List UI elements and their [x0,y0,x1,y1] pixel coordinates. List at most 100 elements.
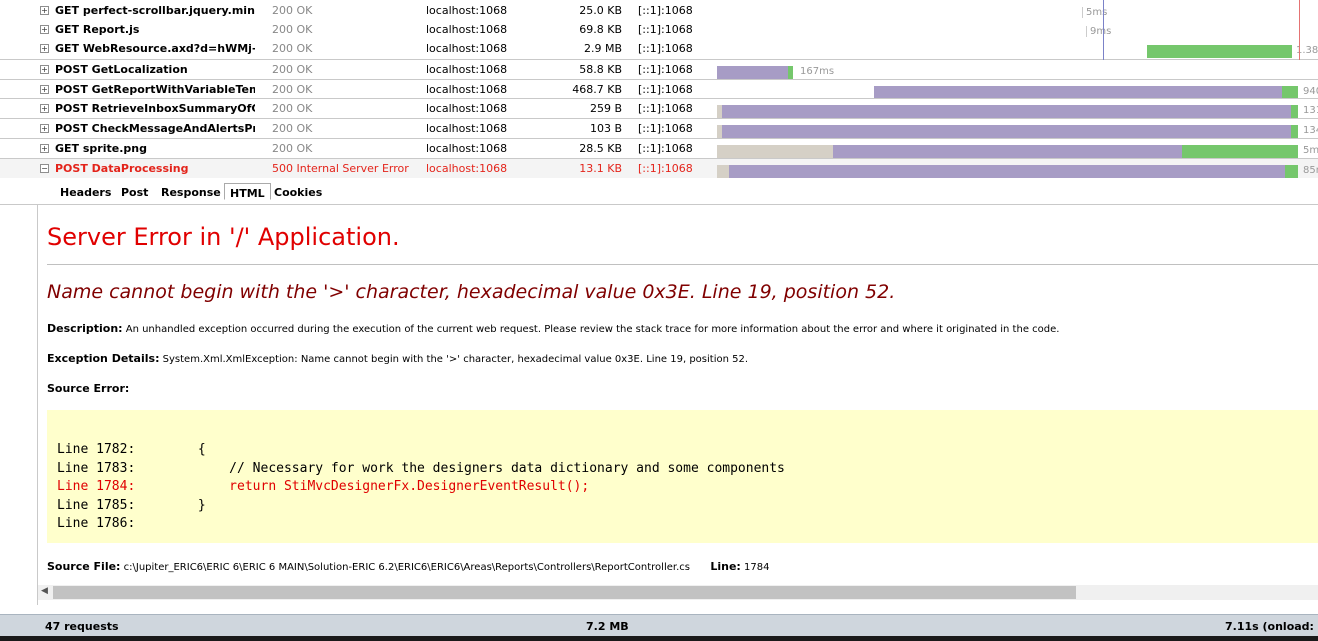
request-remote-ip: [::1]:1068 [638,162,693,175]
request-status: 200 OK [272,102,313,115]
request-size: 13.1 KB [579,162,622,175]
request-row[interactable]: + GET Report.js 200 OK localhost:1068 69… [0,20,1318,39]
exception-label: Exception Details: [47,352,160,365]
scrollbar-thumb[interactable] [53,586,1076,599]
tab-html[interactable]: HTML [224,183,271,200]
request-domain: localhost:1068 [426,4,508,17]
request-domain: localhost:1068 [426,42,508,55]
request-url: POST CheckMessageAndAlertsProg [55,122,255,135]
request-url: GET Report.js [55,23,140,36]
network-request-list: + GET perfect-scrollbar.jquery.min.js 20… [0,0,1318,180]
source-error-label: Source Error: [47,382,130,395]
dom-content-loaded-marker [1103,0,1104,60]
request-remote-ip: [::1]:1068 [638,4,693,17]
request-status: 200 OK [272,42,313,55]
request-status: 200 OK [272,142,313,155]
line-number: 1784 [740,562,770,573]
request-row[interactable]: + POST GetLocalization 200 OK localhost:… [0,59,1318,79]
code-line: Line 1782: { [57,442,206,457]
horizontal-scrollbar[interactable]: ◀ [38,585,1318,600]
request-url: GET perfect-scrollbar.jquery.min.js [55,4,255,17]
expand-icon[interactable]: + [40,144,49,153]
code-line-error: Line 1784: return StiMvcDesignerFx.Desig… [57,479,590,494]
request-remote-ip: [::1]:1068 [638,122,693,135]
timeline-wait-segment [722,125,1291,138]
source-error-line: Source Error: [47,382,129,395]
description-text: An unhandled exception occurred during t… [122,324,1060,335]
timeline-label: 9ms [1086,26,1111,37]
tab-cookies[interactable]: Cookies [269,185,327,202]
request-row[interactable]: + POST CheckMessageAndAlertsProg 200 OK … [0,118,1318,138]
request-domain: localhost:1068 [426,142,508,155]
request-status: 200 OK [272,4,313,17]
tab-response[interactable]: Response [156,185,226,202]
timeline-receive-segment [1182,145,1298,158]
code-line: Line 1786: [57,516,136,531]
request-row[interactable]: + GET perfect-scrollbar.jquery.min.js 20… [0,1,1318,20]
request-remote-ip: [::1]:1068 [638,102,693,115]
request-size: 69.8 KB [579,23,622,36]
collapse-icon[interactable]: − [40,164,49,173]
expand-icon[interactable]: + [40,6,49,15]
timeline-bar: 85n [716,162,1318,181]
total-size: 7.2 MB [586,620,629,633]
expand-icon[interactable]: + [40,25,49,34]
timeline-receive-segment [788,66,793,79]
scroll-left-icon[interactable]: ◀ [41,586,48,596]
request-remote-ip: [::1]:1068 [638,63,693,76]
timeline-label: 134 [1303,125,1318,136]
timeline-label: 131 [1303,105,1318,116]
onload-marker [1299,0,1300,60]
request-row-selected[interactable]: − POST DataProcessing 500 Internal Serve… [0,158,1318,178]
request-row[interactable]: + GET WebResource.axd?d=hWMj-u... 200 OK… [0,39,1318,58]
request-size: 259 B [589,102,622,115]
source-file-path: c:\Jupiter_ERIC6\ERIC 6\ERIC 6 MAIN\Solu… [120,562,690,573]
timeline-receive-segment [1285,165,1298,178]
timeline-wait-segment [833,145,1182,158]
request-domain: localhost:1068 [426,23,508,36]
request-status: 200 OK [272,63,313,76]
expand-icon[interactable]: + [40,104,49,113]
request-remote-ip: [::1]:1068 [638,42,693,55]
request-size: 58.8 KB [579,63,622,76]
error-message: Name cannot begin with the '>' character… [47,281,896,303]
timeline-receive-segment [1291,125,1298,138]
tab-headers[interactable]: Headers [55,185,116,202]
request-remote-ip: [::1]:1068 [638,23,693,36]
request-row[interactable]: + GET sprite.png 200 OK localhost:1068 2… [0,138,1318,158]
timeline-block-segment [717,145,833,158]
code-line: Line 1783: // Necessary for work the des… [57,461,785,476]
summary-bar: 47 requests 7.2 MB 7.11s (onload: 5. [0,614,1318,636]
source-code-box: Line 1782: { Line 1783: // Necessary for… [47,410,1318,543]
request-size: 468.7 KB [572,83,622,96]
request-url: POST RetrieveInboxSummaryOfCur [55,102,255,115]
line-label: Line: [710,560,741,573]
request-count: 47 requests [45,620,119,633]
timeline-wait-segment [717,66,788,79]
timeline-block-segment [717,165,729,178]
error-title: Server Error in '/' Application. [47,223,400,251]
request-url: POST DataProcessing [55,162,189,175]
request-status: 200 OK [272,83,313,96]
taskbar-strip [0,636,1318,641]
timeline-label: 85n [1303,165,1318,176]
expand-icon[interactable]: + [40,124,49,133]
timeline-label: 167ms [800,66,835,77]
request-row[interactable]: + POST RetrieveInboxSummaryOfCur 200 OK … [0,98,1318,118]
html-preview-panel: Server Error in '/' Application. Name ca… [37,205,1318,605]
request-url: POST GetLocalization [55,63,188,76]
request-size: 103 B [589,122,622,135]
tab-post[interactable]: Post [116,185,153,202]
request-row[interactable]: + POST GetReportWithVariableTempl 200 OK… [0,79,1318,99]
description-line: Description: An unhandled exception occu… [47,322,1059,335]
request-status: 200 OK [272,23,313,36]
timeline-receive-segment [1291,105,1298,118]
timeline-receive-segment [1147,45,1292,58]
request-domain: localhost:1068 [426,63,508,76]
expand-icon[interactable]: + [40,85,49,94]
request-status: 500 Internal Server Error [272,162,409,175]
expand-icon[interactable]: + [40,65,49,74]
response-tabs: Headers Post Response HTML Cookies [0,180,1318,205]
code-line: Line 1785: } [57,498,206,513]
expand-icon[interactable]: + [40,44,49,53]
